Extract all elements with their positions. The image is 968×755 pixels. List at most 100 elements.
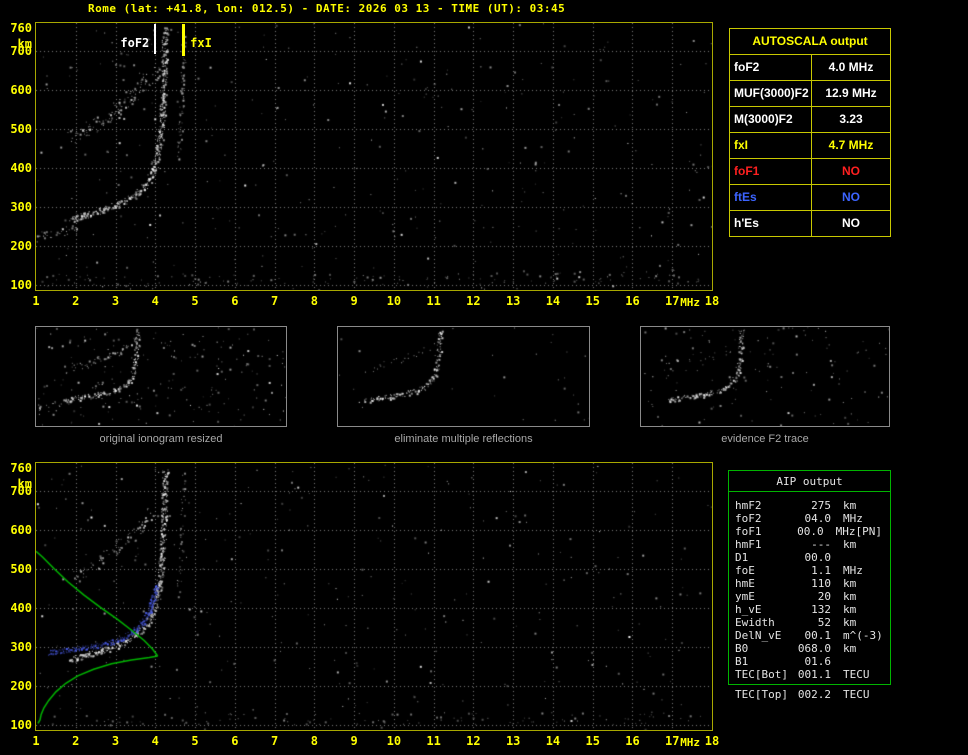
aip-row-fof1: foF1 00.0 MHz [PN] xyxy=(735,525,884,538)
aip-row-label: Ewidth xyxy=(735,616,775,629)
aip-row-b1: B1 01.6 xyxy=(735,655,884,668)
autoscala-row-label: h'Es xyxy=(730,211,812,236)
aip-row-ewidth: Ewidth 52 km xyxy=(735,616,884,629)
thumbnail-original-ionogram: original ionogram resized xyxy=(35,326,287,445)
y-axis-tick-100: 100 xyxy=(10,717,32,732)
aip-box-title: AIP output xyxy=(729,471,890,492)
y-axis-tick-200: 200 xyxy=(10,678,32,693)
autoscala-row-hes: h'Es NO xyxy=(730,211,890,236)
thumbnail-caption: evidence F2 trace xyxy=(721,433,809,445)
x-axis-tick-5: 5 xyxy=(191,294,199,308)
aip-row-label: D1 xyxy=(735,551,749,564)
x-axis-tick-14: 14 xyxy=(545,734,561,748)
y-axis-tick-300: 300 xyxy=(10,639,32,654)
thumbnail-caption: eliminate multiple reflections xyxy=(394,433,533,445)
autoscala-row-label: foF2 xyxy=(730,55,812,80)
main-ionogram-plot: 760 700 600 500 400 300 200 100 km 1 2 3 4 5 6 7 8 9 10 11 1… xyxy=(10,21,719,309)
aip-row-unit: km xyxy=(843,499,857,512)
x-axis-tick-3: 3 xyxy=(111,734,120,748)
x-axis-tick-5: 5 xyxy=(191,734,199,748)
aip-row-d1: D1 00.0 xyxy=(735,551,884,564)
aip-row-value: --- xyxy=(811,538,831,551)
autoscala-row-label: MUF(3000)F2 xyxy=(730,81,812,106)
aip-row-hme: hmE 110 km xyxy=(735,577,884,590)
aip-row-tectop: TEC[Top] 002.2 TECU xyxy=(728,688,891,701)
aip-row-foe: foE 1.1 MHz xyxy=(735,564,884,577)
thumbnail-evidence-f2-trace: evidence F2 trace xyxy=(640,326,890,445)
aip-row-hmf1: hmF1 --- km xyxy=(735,538,884,551)
thumb1-canvas xyxy=(36,327,286,426)
aip-row-value: 00.1 xyxy=(804,629,832,642)
aip-row-unit: km xyxy=(843,642,857,655)
aip-row-value: 002.2 xyxy=(797,688,831,701)
x-axis-tick-8: 8 xyxy=(310,734,318,748)
autoscala-row-value: 12.9 MHz xyxy=(825,86,877,100)
bottom-ionogram-plot: 760 700 600 500 400 300 200 100 km 1 2 3 4 5 6 7 8 9 10 11 1… xyxy=(10,461,719,749)
aip-row-label: foF2 xyxy=(735,512,762,525)
thumb2-canvas xyxy=(338,327,589,426)
x-axis-tick-12: 12 xyxy=(466,294,481,308)
thumbnail-frame xyxy=(337,326,590,427)
autoscala-row-label: foF1 xyxy=(730,159,812,184)
aip-row-value: 110 xyxy=(811,577,831,590)
x-axis-tick-1: 1 xyxy=(32,294,40,308)
aip-row-unit: km xyxy=(843,577,857,590)
y-axis-tick-100: 100 xyxy=(10,277,32,292)
x-axis-tick-4: 4 xyxy=(151,294,159,308)
thumbnail-frame xyxy=(640,326,890,427)
aip-row-label: foE xyxy=(735,564,755,577)
thumbnail-caption: original ionogram resized xyxy=(99,433,223,445)
aip-row-hve: h_vE 132 km xyxy=(735,603,884,616)
aip-row-value: 275 xyxy=(811,499,831,512)
aip-row-delnve: DelN_vE 00.1 m^(-3) xyxy=(735,629,884,642)
fxi-marker-line xyxy=(181,24,185,56)
fof2-marker-line xyxy=(154,24,157,54)
aip-row-value: 068.0 xyxy=(797,642,831,655)
y-axis-tick-760: 760 xyxy=(10,20,32,35)
autoscala-row-ftes: ftEs NO xyxy=(730,185,890,211)
x-axis-tick-7: 7 xyxy=(270,734,279,748)
autoscala-row-m3000f2: M(3000)F2 3.23 xyxy=(730,107,890,133)
aip-row-tecbot: TEC[Bot] 001.1 TECU xyxy=(735,668,884,681)
x-axis-tick-13: 13 xyxy=(505,734,521,748)
aip-row-value: 001.1 xyxy=(797,668,831,681)
aip-row-label: B0 xyxy=(735,642,749,655)
x-axis-tick-3: 3 xyxy=(111,294,120,308)
aip-output-box: AIP output hmF2 275 km foF2 04.0 MHz foF1 00.0 M… xyxy=(728,470,891,685)
autoscala-row-fxi: fxI 4.7 MHz xyxy=(730,133,890,159)
autoscala-row-label: ftEs xyxy=(730,185,812,210)
aip-row-value: 1.1 xyxy=(811,564,831,577)
aip-row-label: TEC[Top] xyxy=(735,688,788,701)
aip-row-unit: TECU xyxy=(843,668,870,681)
x-axis-tick-2: 2 xyxy=(72,734,80,748)
x-axis-tick-10: 10 xyxy=(386,294,402,308)
aip-row-unit: km xyxy=(843,538,857,551)
x-axis-tick-15: 15 xyxy=(585,734,600,748)
x-axis-tick-14: 14 xyxy=(545,294,561,308)
aip-row-unit: MHz xyxy=(843,564,863,577)
autoscala-row-label: fxI xyxy=(730,133,812,158)
aip-row-label: DelN_vE xyxy=(735,629,782,642)
y-axis-tick-400: 400 xyxy=(10,160,32,175)
x-axis-tick-15: 15 xyxy=(585,294,600,308)
autoscala-table-rows: foF2 4.0 MHz MUF(3000)F2 12.9 MHz M(3000)F2 3… xyxy=(730,55,890,236)
thumbnail-eliminate-reflections: eliminate multiple reflections xyxy=(337,326,590,445)
x-axis-tick-6: 6 xyxy=(231,734,239,748)
x-axis-tick-2: 2 xyxy=(72,294,80,308)
aip-row-value: 00.0 xyxy=(797,525,824,538)
x-axis-tick-7: 7 xyxy=(270,294,279,308)
y-axis-tick-760: 760 xyxy=(10,460,32,475)
x-axis-tick-4: 4 xyxy=(151,734,159,748)
autoscala-row-value: 3.23 xyxy=(839,112,863,126)
aip-row-value: 00.0 xyxy=(804,551,832,564)
bottom-ionogram-canvas xyxy=(36,463,712,730)
autoscala-table-title: AUTOSCALA output xyxy=(730,29,890,55)
y-axis-tick-500: 500 xyxy=(10,561,32,576)
aip-row-fof2: foF2 04.0 MHz xyxy=(735,512,884,525)
y-axis-tick-600: 600 xyxy=(10,522,32,537)
aip-row-unit: m^(-3) xyxy=(843,629,883,642)
autoscala-row-value: NO xyxy=(842,190,860,204)
aip-row-value: 52 xyxy=(817,616,831,629)
aip-row-yme: ymE 20 km xyxy=(735,590,884,603)
autoscala-row-value: NO xyxy=(842,216,860,230)
